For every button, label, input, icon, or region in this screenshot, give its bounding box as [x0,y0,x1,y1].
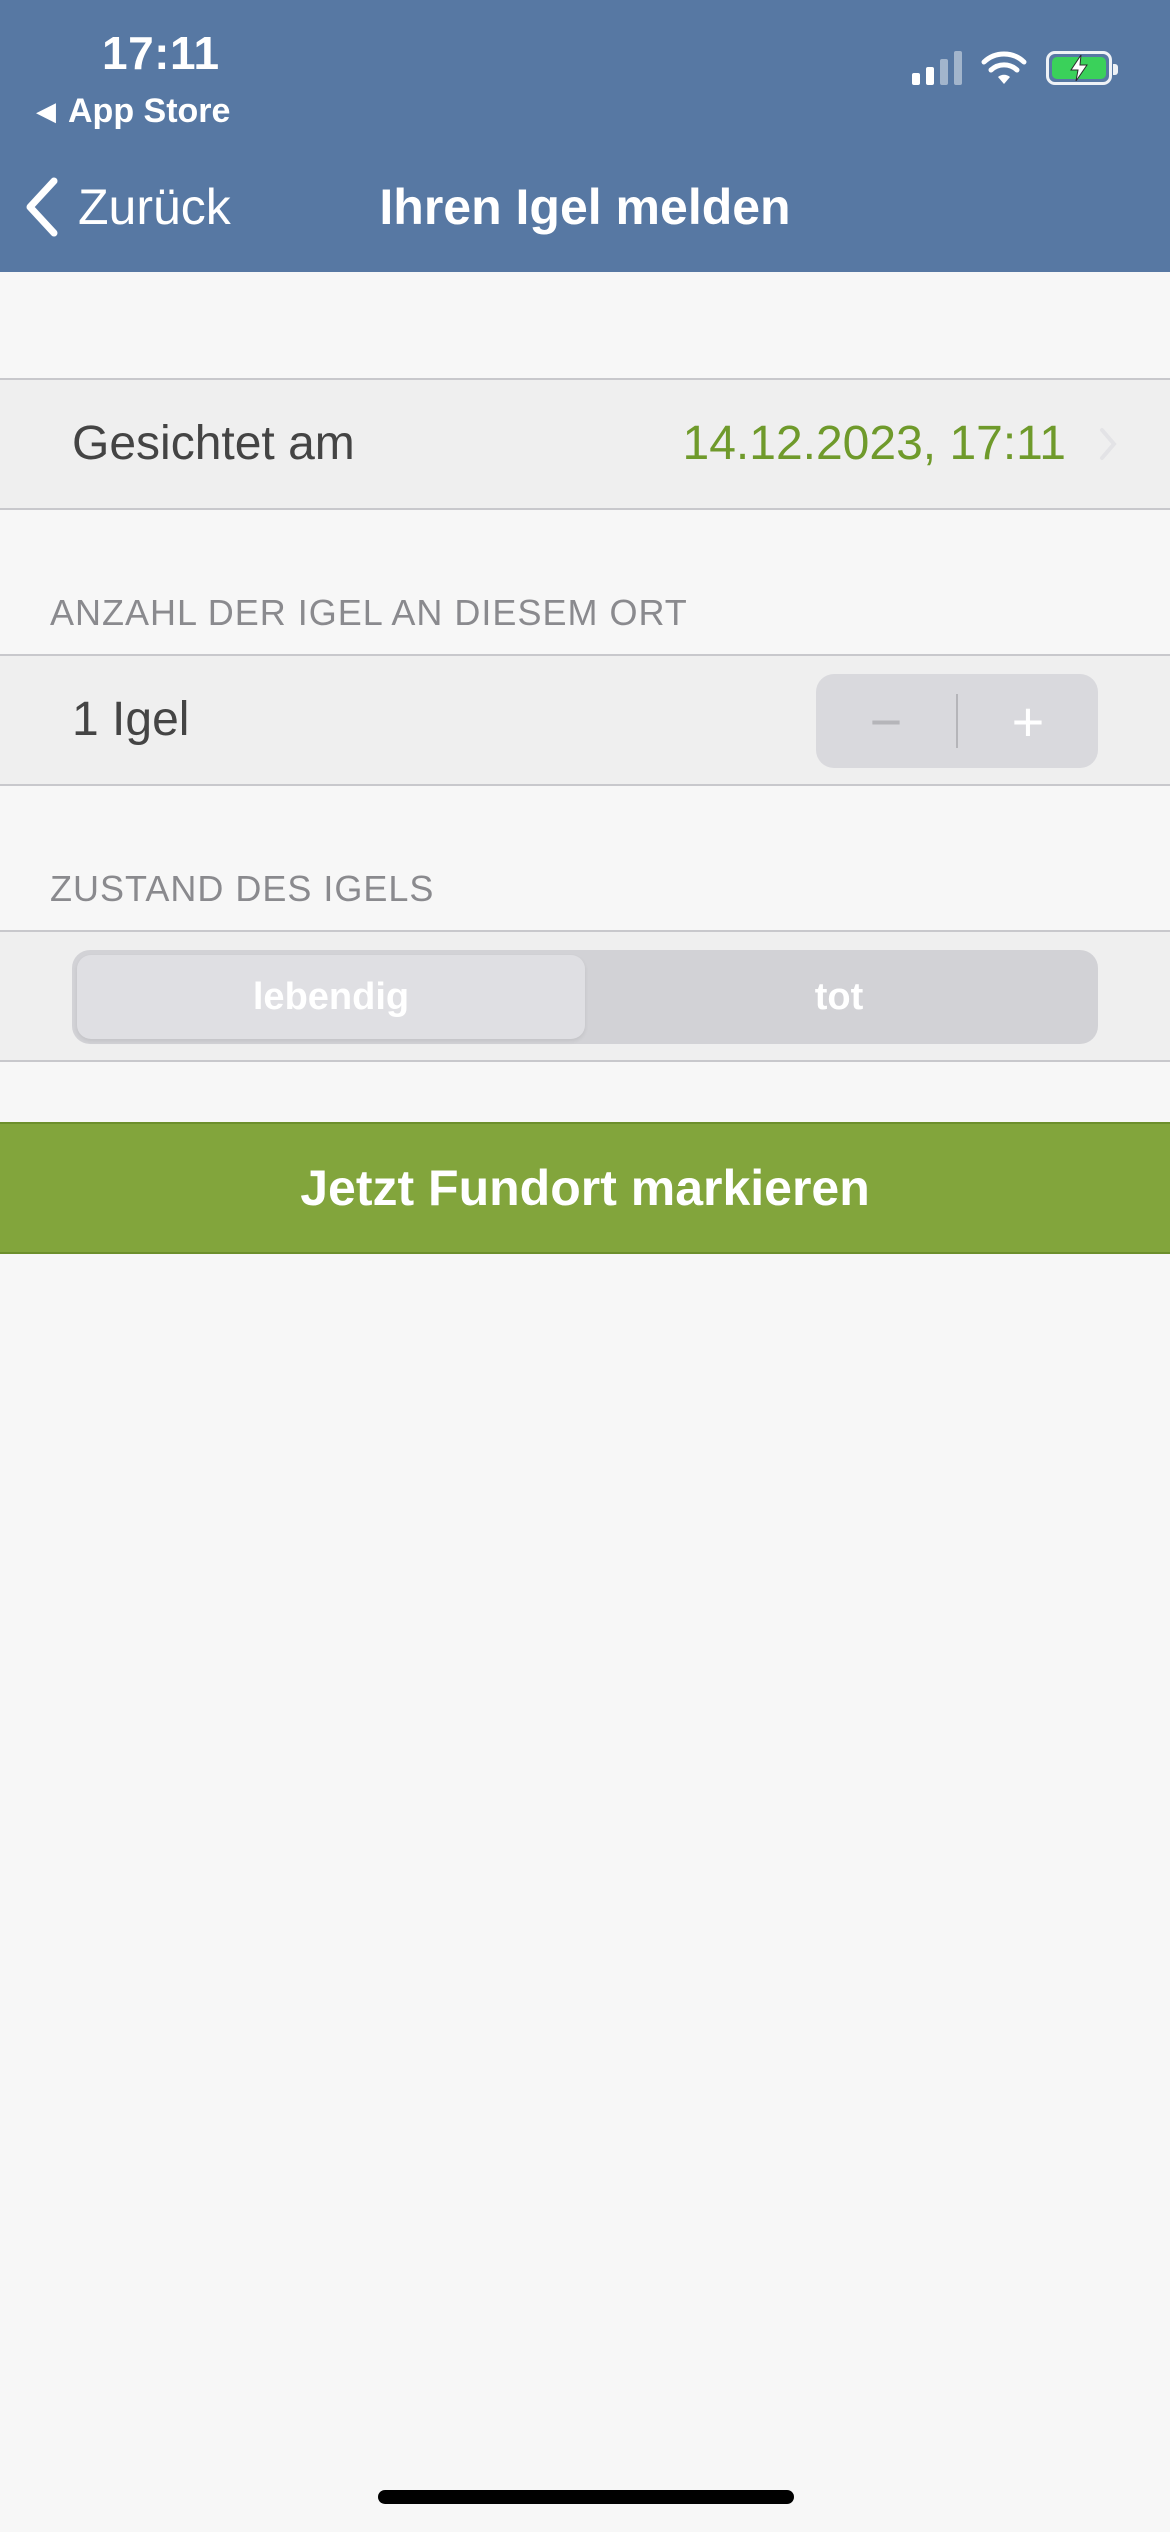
sighting-date-row[interactable]: Gesichtet am 14.12.2023, 17:11 [0,378,1170,510]
app-store-back-label: App Store [68,92,231,130]
status-time: 17:11 [102,27,220,79]
sighting-date-label: Gesichtet am [72,417,355,470]
count-section-header: ANZAHL DER IGEL AN DIESEM ORT [50,592,688,633]
home-indicator [378,2490,794,2504]
battery-charging-icon [1046,51,1118,85]
chevron-right-icon [1100,428,1117,460]
segment-tot[interactable]: tot [585,955,1093,1039]
count-value-label: 1 Igel [72,693,190,746]
screen: 17:11 ◀ App Store Zurück Ihren Igel meld… [0,0,1170,2532]
status-icons [912,50,1118,86]
decrement-button[interactable]: − [816,674,956,768]
state-segmented-control: lebendig tot [72,950,1098,1044]
wifi-icon [981,51,1027,84]
count-stepper: − + [816,674,1098,768]
mark-location-button[interactable]: Jetzt Fundort markieren [0,1122,1170,1254]
sighting-date-value: 14.12.2023, 17:11 [682,417,1066,470]
increment-button[interactable]: + [958,674,1098,768]
app-store-back-link[interactable]: ◀ App Store [36,92,230,131]
state-section-header: ZUSTAND DES IGELS [50,868,435,909]
state-row: lebendig tot [0,930,1170,1062]
segment-lebendig[interactable]: lebendig [77,955,585,1039]
header: 17:11 ◀ App Store Zurück Ihren Igel meld… [0,0,1170,272]
cellular-signal-icon [912,51,962,85]
count-row: 1 Igel − + [0,654,1170,786]
back-triangle-icon: ◀ [36,96,56,126]
page-title: Ihren Igel melden [379,179,791,235]
